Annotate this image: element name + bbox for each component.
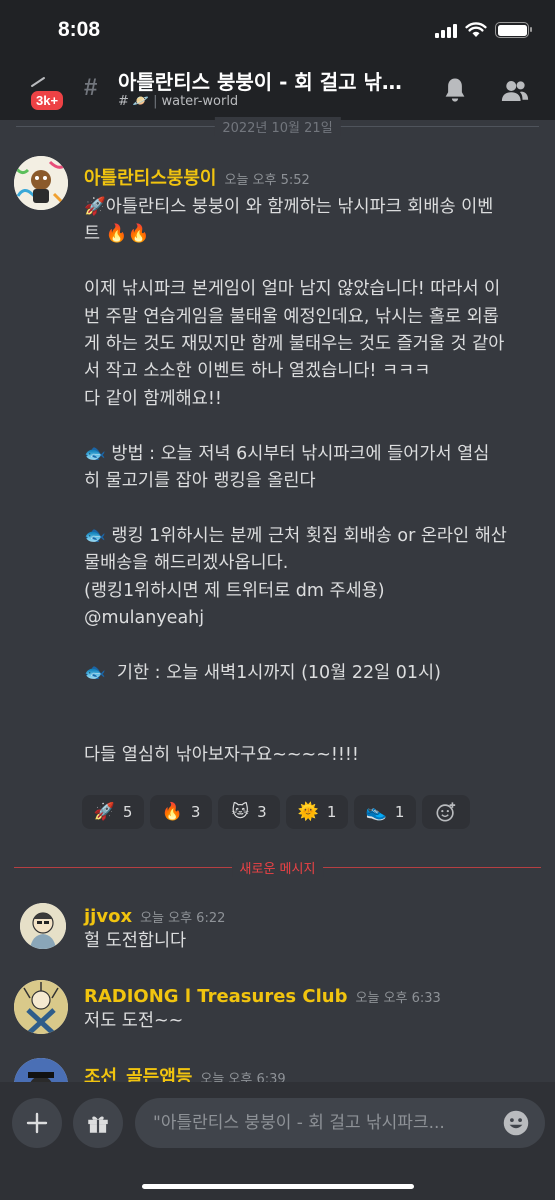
message-input[interactable] [135, 1098, 545, 1148]
smiley-icon [503, 1110, 529, 1136]
message-line [84, 633, 544, 660]
message-line: 히 물고기를 잡아 랭킹을 올린다 [84, 471, 316, 492]
shoe-icon: 👟 [365, 802, 387, 822]
message-line: 🐟 기한 : 오늘 새벽1시까지 (10월 22일 01시) [84, 662, 441, 683]
new-messages-divider: 새로운 메시지 [14, 857, 541, 877]
add-reaction-button[interactable] [422, 795, 470, 829]
avatar[interactable] [14, 156, 68, 210]
avatar-art-icon [14, 980, 68, 1034]
message-timestamp: 오늘 오후 6:22 [140, 911, 226, 926]
sun-icon: 🌞 [297, 802, 319, 822]
message-line [84, 413, 544, 440]
author-name[interactable]: 아틀란티스붕붕이 [84, 168, 216, 189]
message-line: 게 하는 것도 재밌지만 함께 불태우는 것도 즐거울 것 같아 [84, 334, 505, 355]
date-divider: 2022년 10월 21일 [16, 117, 539, 136]
reaction-count: 5 [122, 803, 133, 821]
reaction-count: 3 [190, 803, 201, 821]
planet-emoji-icon: 🪐 [132, 94, 150, 109]
message-content: 저도 도전~~ [84, 1011, 184, 1031]
avatar[interactable] [14, 980, 68, 1034]
message-author[interactable]: RADIONG l Treasures Club 오늘 오후 6:33 [84, 986, 441, 1007]
reaction-count: 1 [394, 803, 405, 821]
message-line [84, 687, 544, 714]
members-icon [501, 81, 529, 101]
author-name[interactable]: RADIONG l Treasures Club [84, 986, 347, 1007]
battery-icon [495, 22, 532, 38]
message-timestamp: 오늘 오후 6:33 [355, 991, 441, 1006]
message-line [84, 715, 544, 742]
emoji-picker-button[interactable] [502, 1109, 530, 1137]
gift-button[interactable] [73, 1098, 123, 1148]
message-author[interactable]: 아틀란티스붕붕이 오늘 오후 5:52 [84, 164, 310, 190]
wifi-icon [465, 22, 487, 37]
message-line: @mulanyeahj [84, 608, 205, 629]
channel-header: 3k+ # 아틀란티스 붕붕이 - 회 걸고 낚… # 🪐 | water-wo… [0, 60, 555, 120]
fire-icon: 🔥 [161, 802, 183, 822]
notification-badge: 3k+ [28, 88, 67, 113]
status-icons [435, 22, 532, 38]
reaction-button[interactable]: 🚀 5 [82, 795, 144, 829]
message-line [84, 495, 544, 522]
message-line: 이제 낚시파크 본게임이 얼마 남지 않았습니다! 따라서 이 [84, 279, 501, 300]
separator: | [153, 94, 158, 109]
bell-icon [445, 78, 465, 102]
message-timestamp: 오늘 오후 5:52 [224, 173, 310, 188]
reaction-count: 3 [257, 803, 267, 821]
status-bar: 8:08 [0, 0, 555, 60]
home-indicator [142, 1184, 414, 1189]
channel-hash-icon: # [84, 74, 98, 101]
status-time: 8:08 [58, 18, 101, 41]
message-content: 헐 도전합니다 [84, 931, 187, 951]
new-messages-label: 새로운 메시지 [231, 858, 324, 877]
message-line: 번 주말 연습게임을 불태울 예정인데요, 낚시는 홀로 외롭 [84, 306, 499, 327]
avatar[interactable] [20, 903, 66, 949]
rocket-icon: 🚀 [93, 802, 115, 822]
reaction-button[interactable]: 👟 1 [354, 795, 416, 829]
channel-title[interactable]: 아틀란티스 붕붕이 - 회 걸고 낚… [118, 66, 418, 95]
custom-emoji-icon: 🐱 [231, 802, 250, 822]
avatar-art-icon [14, 156, 68, 210]
date-divider-label: 2022년 10월 21일 [214, 117, 341, 136]
message-line: 🐟 랭킹 1위하시는 분께 근처 횟집 회배송 or 온라인 해산 [84, 525, 507, 546]
message-line: 트 🔥🔥 [84, 224, 150, 245]
message-content: 🚀아틀란티스 붕붕이 와 함께하는 낚시파크 회배송 이벤트 🔥🔥 이제 낚시파… [84, 194, 544, 770]
message-line: 🐟 방법 : 오늘 저녁 6시부터 낚시파크에 들어가서 열심 [84, 443, 490, 464]
add-reaction-icon [436, 802, 456, 822]
composer-bar [0, 1082, 555, 1200]
add-attachment-button[interactable] [12, 1098, 62, 1148]
reaction-button[interactable]: 🐱 3 [218, 795, 280, 829]
members-button[interactable] [500, 76, 530, 106]
message-line: 물배송을 해드리겠사옵니다. [84, 553, 289, 574]
signal-icon [435, 23, 457, 38]
menu-button[interactable]: 3k+ [22, 76, 67, 116]
message-line: 서 작고 소소한 이벤트 하나 열겠습니다! ㅋㅋㅋ [84, 361, 431, 382]
channel-sub-prefix: # [118, 94, 129, 109]
author-name[interactable]: jjvox [84, 906, 132, 927]
channel-subtitle: # 🪐 | water-world [118, 94, 238, 109]
reaction-count: 1 [326, 803, 337, 821]
reaction-button[interactable]: 🌞 1 [286, 795, 348, 829]
channel-category: water-world [161, 94, 239, 109]
gift-icon [88, 1116, 108, 1133]
avatar-art-icon [20, 903, 66, 949]
plus-icon [26, 1112, 48, 1134]
message-line: 다들 열심히 낚아보자구요~~~~!!!! [84, 745, 359, 766]
message-line: 🚀아틀란티스 붕붕이 와 함께하는 낚시파크 회배송 이벤 [84, 197, 494, 217]
message-line: 다 같이 함께해요!! [84, 388, 222, 409]
message-author[interactable]: jjvox 오늘 오후 6:22 [84, 906, 225, 927]
message-line: (랭킹1위하시면 제 트위터로 dm 주세용) [84, 580, 385, 601]
message-line [84, 249, 544, 276]
reactions-bar: 🚀 5 🔥 3 🐱 3 🌞 1 👟 1 [82, 795, 470, 829]
notifications-button[interactable] [440, 76, 470, 106]
reaction-button[interactable]: 🔥 3 [150, 795, 212, 829]
